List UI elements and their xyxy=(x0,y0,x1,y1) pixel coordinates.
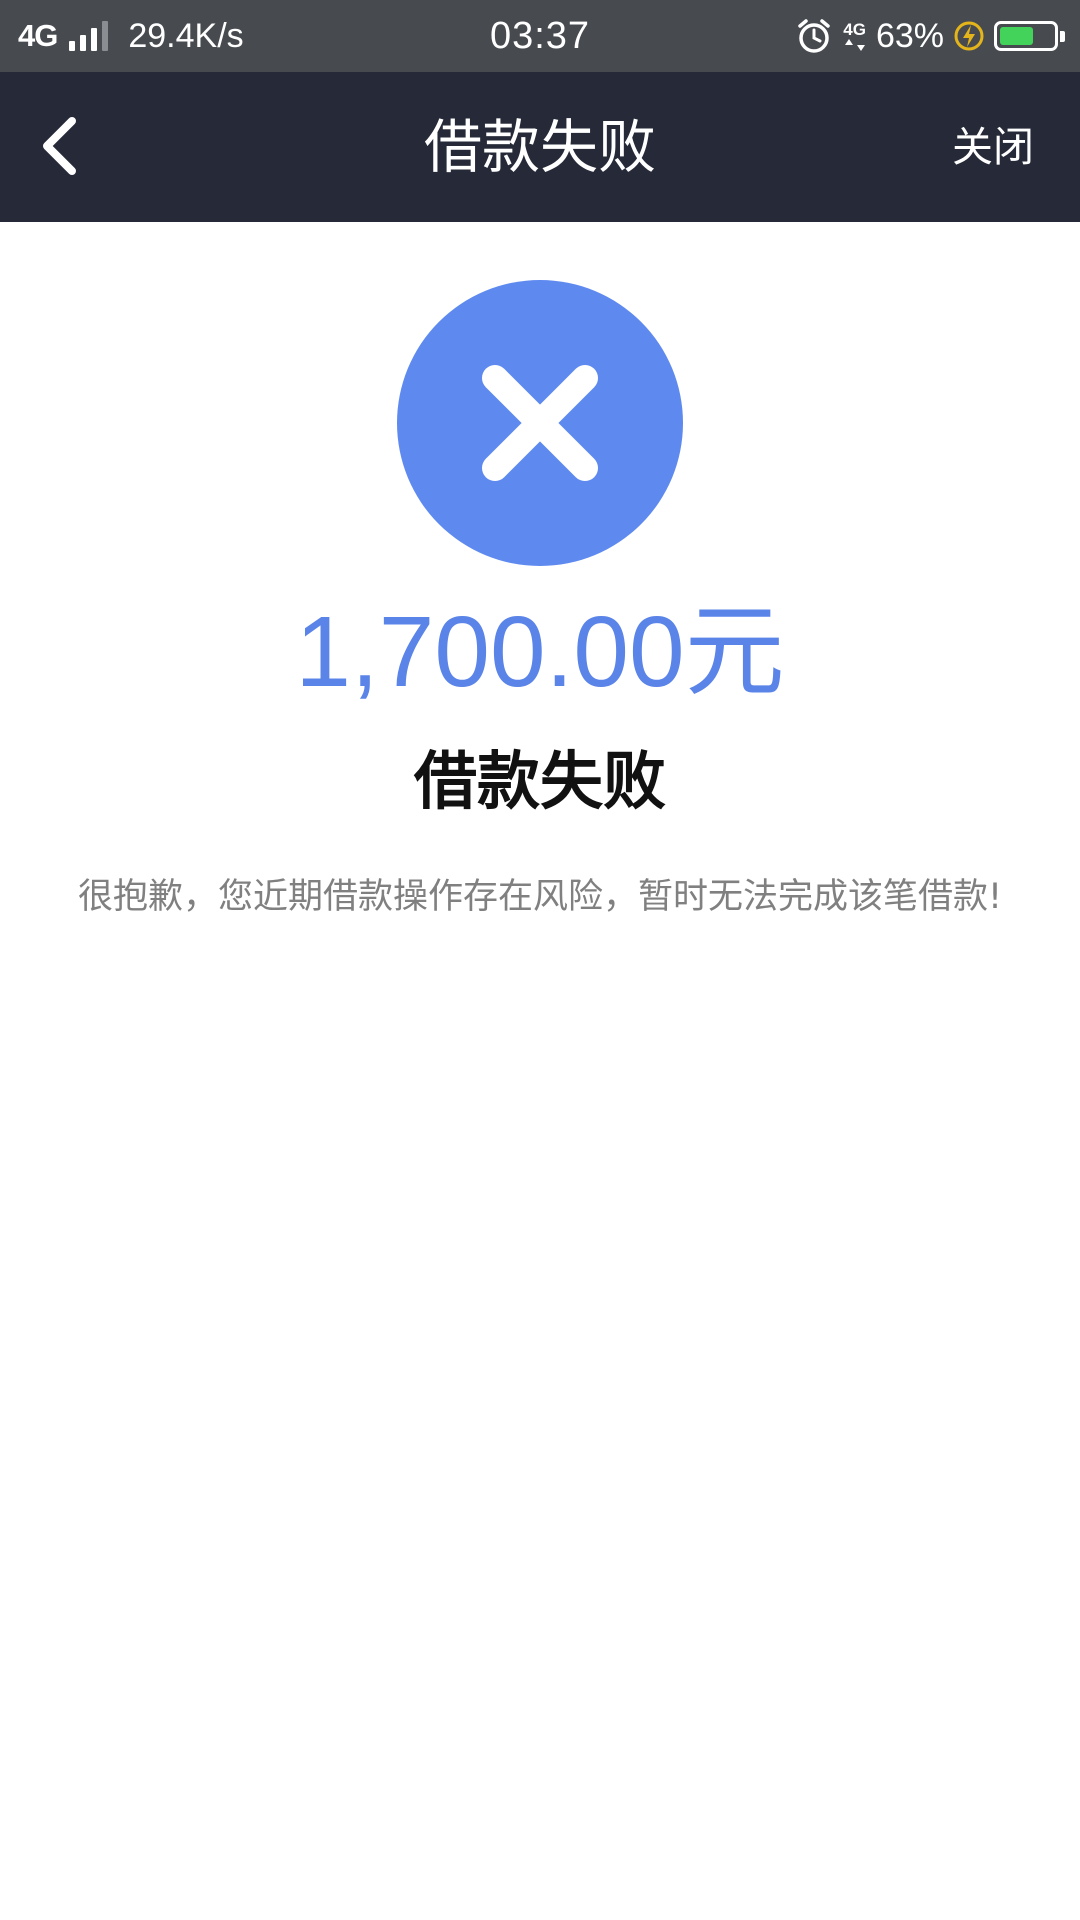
alarm-clock-icon xyxy=(795,17,833,55)
lightning-icon xyxy=(954,19,984,53)
page-title: 借款失败 xyxy=(423,113,656,181)
close-button[interactable]: 关闭 xyxy=(952,72,1034,222)
mobile-data-icon: 4G xyxy=(843,21,866,52)
result-message: 很抱歉，您近期借款操作存在风险，暂时无法完成该笔借款! xyxy=(77,877,1003,917)
status-bar: 4G 29.4K/s 03:37 4G 63% xyxy=(0,0,1080,72)
close-circle-icon xyxy=(396,279,684,567)
status-bar-right: 4G 63% xyxy=(795,0,1065,72)
battery-cap xyxy=(1060,31,1065,42)
battery-percent: 63% xyxy=(875,16,944,55)
navigation-bar: 借款失败 关闭 xyxy=(0,72,1080,222)
battery-level-fill xyxy=(1000,27,1033,45)
battery-icon xyxy=(994,21,1065,51)
loan-amount: 1,700.00元 xyxy=(295,596,785,708)
result-title: 借款失败 xyxy=(414,745,666,818)
loan-result-page: 4G 29.4K/s 03:37 4G 63% 借款失败 关闭 1,700.00… xyxy=(0,0,1080,1920)
data-network-type: 4G xyxy=(843,19,866,39)
